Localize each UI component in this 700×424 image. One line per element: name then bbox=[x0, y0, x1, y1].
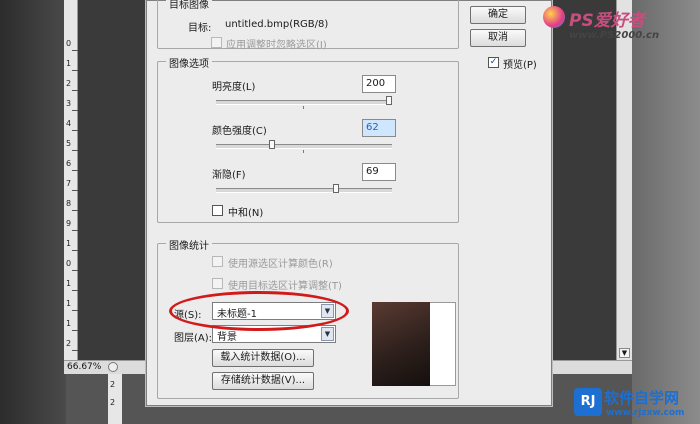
target-label: 目标: bbox=[188, 23, 212, 34]
image-options-group: 图像选项 明亮度(L) 200 颜色强度(C) 62 渐隐(F) 69 中和(N… bbox=[157, 55, 459, 223]
ruler-number: 6 bbox=[66, 159, 72, 168]
target-image-group: 目标图像 目标: untitled.bmp(RGB/8) 应用调整时忽略选区(I… bbox=[157, 0, 459, 51]
ruler-number: 0 bbox=[66, 39, 72, 48]
watermark-logo-top: PS爱好者 www.PS2000.cn bbox=[541, 2, 697, 48]
watermark-logo-bottom: RJ 软件自学网 www.rjzxw.com bbox=[574, 386, 700, 424]
ruler-number: 0 bbox=[66, 259, 72, 268]
source-preview-image bbox=[372, 302, 430, 386]
fade-slider-thumb[interactable] bbox=[333, 184, 340, 193]
ignore-selection-checkbox[interactable] bbox=[211, 37, 222, 48]
preview-checkbox[interactable]: ✓ bbox=[488, 57, 499, 68]
ignore-selection-label: 应用调整时忽略选区(I) bbox=[226, 40, 327, 51]
ok-button[interactable]: 确定 bbox=[470, 6, 526, 24]
ruler-number: 1 bbox=[66, 319, 72, 328]
luminance-slider-thumb[interactable] bbox=[386, 96, 392, 105]
watermark-bottom-url: www.rjzxw.com bbox=[606, 408, 685, 418]
use-target-selection-checkbox[interactable] bbox=[212, 278, 223, 289]
luminance-label: 明亮度(L) bbox=[212, 82, 256, 93]
ruler-number: 8 bbox=[66, 199, 72, 208]
watermark-bottom-text: 软件自学网 bbox=[604, 389, 680, 407]
zoom-level[interactable]: 66.67% bbox=[64, 362, 104, 372]
cancel-button[interactable]: 取消 bbox=[470, 29, 526, 47]
fade-input[interactable]: 69 bbox=[362, 163, 396, 181]
ruler-number: 7 bbox=[66, 179, 72, 188]
color-intensity-slider-track[interactable] bbox=[216, 144, 392, 149]
annotation-highlight bbox=[169, 291, 349, 331]
scroll-down-icon[interactable]: ▼ bbox=[619, 348, 630, 358]
status-icon[interactable] bbox=[108, 362, 118, 372]
neutralize-label: 中和(N) bbox=[228, 208, 264, 219]
use-source-selection-label: 使用源选区计算颜色(R) bbox=[228, 259, 333, 270]
watermark-top-url: www.PS2000.cn bbox=[569, 30, 660, 41]
color-intensity-input[interactable]: 62 bbox=[362, 119, 396, 137]
vertical-scrollbar[interactable]: ▼ bbox=[616, 0, 632, 360]
ruler-number: 9 bbox=[66, 219, 72, 228]
load-statistics-button[interactable]: 载入统计数据(O)... bbox=[212, 349, 314, 367]
fade-label: 渐隐(F) bbox=[212, 170, 246, 181]
vertical-ruler-lower: 22 bbox=[108, 374, 122, 424]
logo-swirl-icon bbox=[543, 6, 565, 28]
ruler-number: 1 bbox=[66, 299, 72, 308]
ruler-number: 2 bbox=[66, 339, 72, 348]
neutralize-checkbox[interactable] bbox=[212, 205, 223, 216]
save-statistics-button[interactable]: 存储统计数据(V)... bbox=[212, 372, 314, 390]
source-preview-white bbox=[430, 302, 456, 386]
preview-label: 预览(P) bbox=[503, 60, 537, 71]
color-intensity-label: 颜色强度(C) bbox=[212, 126, 267, 137]
fade-slider-track[interactable] bbox=[216, 188, 392, 193]
target-value: untitled.bmp(RGB/8) bbox=[225, 19, 329, 30]
layer-selected-value: 背景 bbox=[217, 332, 237, 343]
luminance-slider-track[interactable] bbox=[216, 100, 392, 105]
use-source-selection-checkbox[interactable] bbox=[212, 256, 223, 267]
vertical-ruler: 0123456789101112 bbox=[64, 0, 78, 360]
image-options-title: 图像选项 bbox=[166, 55, 212, 70]
logo-rj-icon: RJ bbox=[574, 388, 602, 416]
ruler-number: 1 bbox=[66, 239, 72, 248]
ruler-number: 3 bbox=[66, 99, 72, 108]
ruler-number: 4 bbox=[66, 119, 72, 128]
image-statistics-title: 图像统计 bbox=[166, 237, 212, 252]
ruler-number: 1 bbox=[66, 59, 72, 68]
watermark-top-text: PS爱好者 bbox=[569, 11, 645, 31]
ruler-number: 5 bbox=[66, 139, 72, 148]
use-target-selection-label: 使用目标选区计算调整(T) bbox=[228, 281, 342, 292]
layer-label: 图层(A): bbox=[174, 333, 213, 344]
canvas-background-right bbox=[632, 0, 700, 424]
ruler-number: 1 bbox=[66, 279, 72, 288]
ruler-number: 2 bbox=[66, 79, 72, 88]
target-image-title: 目标图像 bbox=[166, 0, 212, 11]
luminance-input[interactable]: 200 bbox=[362, 75, 396, 93]
color-intensity-slider-thumb[interactable] bbox=[268, 140, 275, 149]
chevron-down-icon[interactable]: ▼ bbox=[321, 327, 334, 341]
canvas-background-left bbox=[0, 0, 66, 424]
